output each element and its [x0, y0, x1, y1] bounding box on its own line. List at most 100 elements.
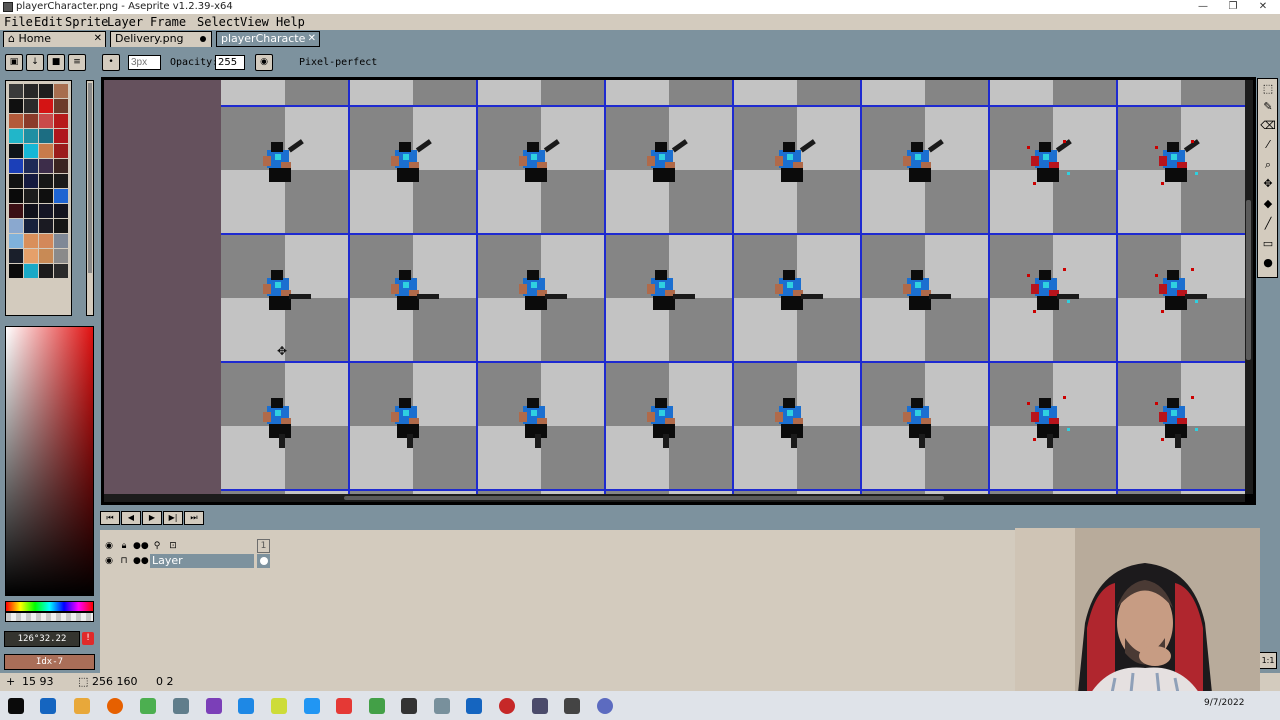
eraser-icon[interactable]: ⌫: [1260, 118, 1276, 134]
word-icon[interactable]: [466, 698, 482, 714]
cel[interactable]: [257, 554, 270, 568]
app-icon[interactable]: [173, 698, 189, 714]
taskview-icon[interactable]: [40, 698, 56, 714]
palette-swatch[interactable]: [39, 144, 53, 158]
lock-icon[interactable]: 🔒︎: [117, 539, 131, 553]
canvas-horizontal-scrollbar[interactable]: [104, 494, 1245, 502]
palette-swatch[interactable]: [24, 84, 38, 98]
palette-swatch[interactable]: [24, 204, 38, 218]
palette-swatch[interactable]: [54, 114, 68, 128]
app-icon-7[interactable]: [597, 698, 613, 714]
start-icon[interactable]: [8, 698, 24, 714]
settings-icon[interactable]: [564, 698, 580, 714]
menu-edit[interactable]: Edit: [34, 15, 63, 29]
unity-icon[interactable]: [401, 698, 417, 714]
last-frame-button[interactable]: ⏭: [184, 511, 204, 525]
palette-swatch[interactable]: [39, 114, 53, 128]
tool-blur-icon[interactable]: 1:1: [1259, 652, 1277, 669]
app-icon-5[interactable]: [369, 698, 385, 714]
palette-swatch[interactable]: [54, 234, 68, 248]
palette-swatch[interactable]: [39, 129, 53, 143]
move-icon[interactable]: ✥: [1260, 176, 1276, 192]
palette-swatch[interactable]: [54, 99, 68, 113]
menu-layer[interactable]: Layer: [107, 15, 143, 29]
canvas-vertical-scrollbar[interactable]: [1245, 80, 1253, 494]
palette-swatch[interactable]: [24, 114, 38, 128]
app-icon-2[interactable]: [271, 698, 287, 714]
palette-swatch[interactable]: [54, 84, 68, 98]
background-color-button[interactable]: Idx-7: [4, 654, 95, 670]
app-icon-6[interactable]: [434, 698, 450, 714]
rectangle-icon[interactable]: ▭: [1260, 236, 1276, 252]
eye-icon[interactable]: ◉: [102, 539, 116, 553]
palette-swatch[interactable]: [24, 99, 38, 113]
palette-swatch[interactable]: [39, 204, 53, 218]
tab-home-close-icon[interactable]: ✕: [94, 32, 102, 46]
palette-swatch[interactable]: [9, 204, 23, 218]
palette-swatch[interactable]: [24, 249, 38, 263]
tab-playercharacter-close-icon[interactable]: ✕: [308, 32, 316, 46]
vscode-icon[interactable]: [238, 698, 254, 714]
palette-swatch[interactable]: [24, 144, 38, 158]
palette-swatch[interactable]: [9, 234, 23, 248]
palette-swatch[interactable]: [24, 159, 38, 173]
palette-swatch[interactable]: [9, 174, 23, 188]
lock-icon[interactable]: ▣: [5, 54, 23, 71]
maximize-button[interactable]: ❐: [1218, 0, 1248, 14]
frame-number[interactable]: 1: [257, 539, 270, 553]
palette-swatch[interactable]: [39, 84, 53, 98]
palette-swatch[interactable]: [39, 174, 53, 188]
layer-name[interactable]: Layer: [150, 554, 254, 568]
palette-swatch[interactable]: [24, 129, 38, 143]
palette-swatch[interactable]: [9, 159, 23, 173]
palette-swatch[interactable]: [9, 84, 23, 98]
palette-swatch[interactable]: [24, 234, 38, 248]
brush-type-icon[interactable]: •: [102, 54, 120, 71]
layer-visibility-eye-icon[interactable]: ◉: [102, 554, 116, 568]
palette-swatch[interactable]: [54, 219, 68, 233]
palette-swatch[interactable]: [39, 234, 53, 248]
blob-icon[interactable]: ●: [1260, 255, 1276, 271]
palette-swatch[interactable]: [54, 189, 68, 203]
tab-home[interactable]: ⌂ Home ✕: [3, 31, 106, 47]
palette-swatch[interactable]: [9, 144, 23, 158]
palette-swatch[interactable]: [9, 189, 23, 203]
aseprite-taskbar-icon[interactable]: [532, 698, 548, 714]
palette-swatch[interactable]: [39, 249, 53, 263]
vertical-scroll-thumb[interactable]: [1246, 200, 1251, 360]
palette-swatch[interactable]: [9, 114, 23, 128]
layer-lock-icon[interactable]: ⊓: [117, 554, 131, 568]
first-frame-button[interactable]: ⏮: [100, 511, 120, 525]
palette-swatch[interactable]: [9, 219, 23, 233]
stop-icon[interactable]: ■: [47, 54, 65, 71]
app-icon-4[interactable]: [336, 698, 352, 714]
palette-swatch[interactable]: [54, 144, 68, 158]
palette-swatch[interactable]: [39, 159, 53, 173]
alpha-slider[interactable]: [5, 612, 94, 622]
app-icon-3[interactable]: [304, 698, 320, 714]
eyedropper-icon[interactable]: ⁄: [1260, 137, 1276, 153]
sprite-canvas[interactable]: [221, 80, 1245, 494]
prev-frame-button[interactable]: ◀: [121, 511, 141, 525]
pixel-perfect-toggle-icon[interactable]: ◉: [255, 54, 273, 71]
palette-swatch[interactable]: [54, 264, 68, 278]
palette-swatch[interactable]: [39, 99, 53, 113]
palette-swatch[interactable]: [39, 219, 53, 233]
palette-swatch[interactable]: [9, 129, 23, 143]
marquee-icon[interactable]: ⬚: [1260, 81, 1276, 97]
line-icon[interactable]: ╱: [1260, 216, 1276, 232]
link-icon[interactable]: ●●: [133, 539, 149, 553]
palette-swatch[interactable]: [24, 264, 38, 278]
hue-slider[interactable]: [5, 601, 94, 612]
palette-swatch[interactable]: [54, 159, 68, 173]
palette-scroll-thumb[interactable]: [88, 83, 92, 273]
tab-delivery[interactable]: Delivery.png: [110, 31, 212, 47]
menu-view[interactable]: View: [240, 15, 269, 29]
palette-swatch[interactable]: [54, 174, 68, 188]
color-picker-spectrum[interactable]: [5, 326, 94, 596]
horizontal-scroll-thumb[interactable]: [344, 496, 944, 500]
zoom-icon[interactable]: ⌕: [1260, 157, 1276, 173]
file-explorer-icon[interactable]: [74, 698, 90, 714]
menu-frame[interactable]: Frame: [150, 15, 186, 29]
frame-icon[interactable]: ⊡: [166, 539, 180, 553]
